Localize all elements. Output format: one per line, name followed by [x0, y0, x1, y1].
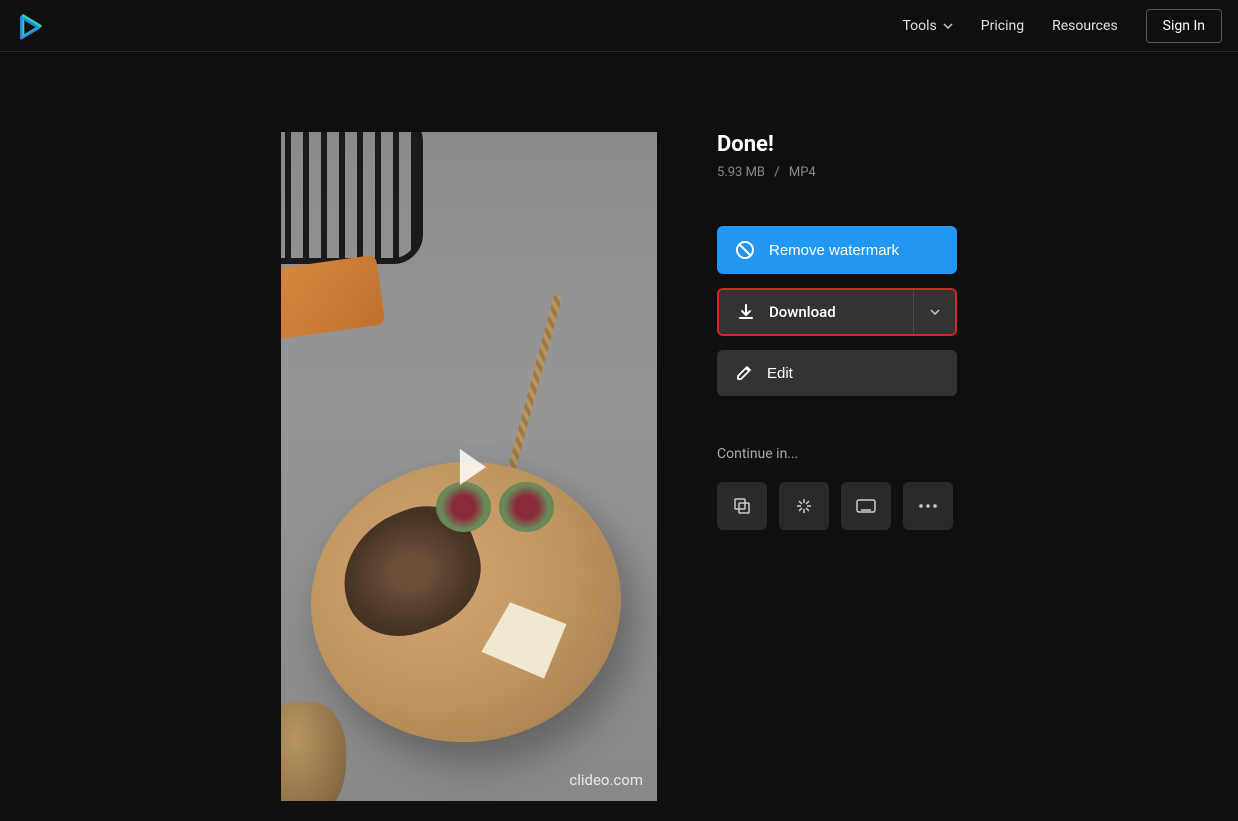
download-button[interactable]: Download [719, 290, 913, 334]
download-button-group: Download [717, 288, 957, 336]
continue-tool-more[interactable] [903, 482, 953, 530]
sign-in-button[interactable]: Sign In [1146, 9, 1222, 43]
more-icon [918, 503, 938, 509]
continue-label: Continue in... [717, 446, 957, 462]
prohibit-icon [735, 240, 755, 260]
resize-icon [855, 498, 877, 514]
nav-pricing[interactable]: Pricing [981, 18, 1024, 34]
pencil-icon [735, 364, 753, 382]
sign-in-label: Sign In [1163, 18, 1205, 34]
remove-watermark-label: Remove watermark [769, 242, 899, 259]
nav-resources[interactable]: Resources [1052, 18, 1118, 34]
video-preview[interactable]: clideo.com [281, 132, 657, 801]
nav-pricing-label: Pricing [981, 18, 1024, 34]
file-info: 5.93 MB / MP4 [717, 165, 957, 180]
download-options-button[interactable] [913, 290, 955, 334]
file-format: MP4 [789, 165, 816, 180]
nav-tools-label: Tools [903, 18, 937, 34]
result-title: Done! [717, 132, 957, 157]
continue-tool-resize[interactable] [841, 482, 891, 530]
remove-watermark-button[interactable]: Remove watermark [717, 226, 957, 274]
continue-tool-compress[interactable] [779, 482, 829, 530]
nav-resources-label: Resources [1052, 18, 1118, 34]
merge-icon [732, 496, 752, 516]
continue-tool-merge[interactable] [717, 482, 767, 530]
nav-tools[interactable]: Tools [903, 18, 953, 34]
file-size: 5.93 MB [717, 165, 765, 180]
watermark-text: clideo.com [569, 771, 643, 789]
download-label: Download [769, 303, 836, 321]
edit-label: Edit [767, 365, 793, 382]
compress-icon [794, 496, 814, 516]
chevron-down-icon [929, 308, 941, 316]
download-icon [737, 303, 755, 321]
logo[interactable] [16, 12, 44, 40]
chevron-down-icon [943, 23, 953, 29]
edit-button[interactable]: Edit [717, 350, 957, 396]
separator: / [774, 165, 779, 180]
play-icon[interactable] [460, 449, 486, 485]
